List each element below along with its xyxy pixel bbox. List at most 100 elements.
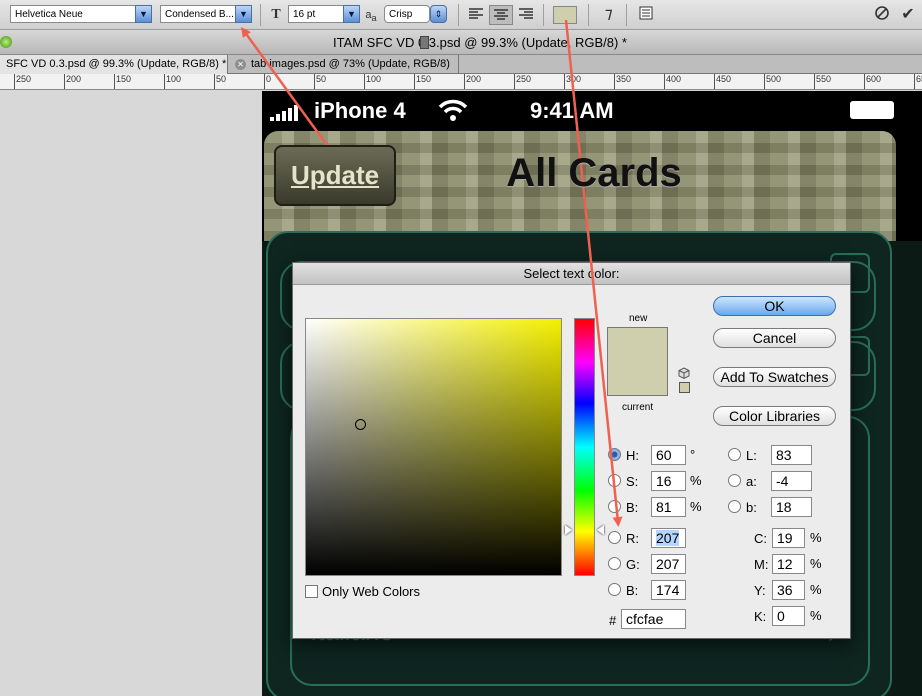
font-size-icon: T bbox=[271, 7, 281, 22]
ruler-tick-label: 100 bbox=[364, 74, 381, 89]
hue-slider-left-arrow-icon[interactable] bbox=[565, 525, 572, 535]
commit-checkmark-icon[interactable]: ✔ bbox=[898, 5, 918, 25]
g-radio[interactable] bbox=[608, 557, 621, 570]
current-color-swatch[interactable] bbox=[607, 361, 668, 396]
m-field[interactable]: 12 bbox=[772, 554, 805, 574]
y-label: Y: bbox=[754, 583, 766, 598]
time-label: 9:41 AM bbox=[530, 98, 614, 123]
font-style-field[interactable]: Condensed B... bbox=[160, 5, 236, 23]
add-to-swatches-button[interactable]: Add To Swatches bbox=[713, 367, 836, 387]
h-radio[interactable] bbox=[608, 448, 621, 461]
ok-button[interactable]: OK bbox=[713, 296, 836, 316]
anti-alias-icon: aa bbox=[365, 9, 377, 24]
out-of-gamut-cube-icon[interactable] bbox=[678, 367, 690, 380]
g-label: G: bbox=[626, 557, 640, 572]
g-field[interactable]: 207 bbox=[651, 554, 686, 574]
ruler-tick-label: 200 bbox=[464, 74, 481, 89]
close-tab-icon[interactable]: ✕ bbox=[235, 59, 246, 70]
ruler-tick-label: 650 bbox=[914, 74, 922, 89]
a-radio[interactable] bbox=[728, 474, 741, 487]
h-field[interactable]: 60 bbox=[651, 445, 686, 465]
s-radio[interactable] bbox=[608, 474, 621, 487]
l-label: L: bbox=[746, 448, 757, 463]
font-family-dropdown-icon[interactable]: ▼ bbox=[135, 5, 152, 23]
font-style-dropdown-icon[interactable]: ▼ bbox=[235, 5, 252, 23]
y-field[interactable]: 36 bbox=[772, 580, 805, 600]
ruler-tick-label: 250 bbox=[514, 74, 531, 89]
only-web-colors-checkbox[interactable] bbox=[305, 585, 318, 598]
hex-label: # bbox=[609, 613, 617, 628]
m-unit: % bbox=[810, 556, 822, 571]
zoom-window-icon[interactable] bbox=[0, 36, 12, 48]
ruler-tick-label: 300 bbox=[564, 74, 581, 89]
ruler-tick-label: 400 bbox=[664, 74, 681, 89]
color-picker-cursor-icon[interactable] bbox=[355, 419, 366, 430]
align-right-icon[interactable] bbox=[516, 5, 536, 25]
b-unit: % bbox=[690, 499, 702, 514]
cancel-button[interactable]: Cancel bbox=[713, 328, 836, 348]
r-radio[interactable] bbox=[608, 531, 621, 544]
s-field[interactable]: 16 bbox=[651, 471, 686, 491]
ruler-tick-label: 50 bbox=[314, 74, 326, 89]
hue-slider[interactable] bbox=[574, 318, 595, 576]
b-radio[interactable] bbox=[608, 500, 621, 513]
lab-b-label: b: bbox=[746, 500, 757, 515]
rgb-b-label: B: bbox=[626, 583, 639, 598]
s-unit: % bbox=[690, 473, 702, 488]
lab-b-radio[interactable] bbox=[728, 500, 741, 513]
divider bbox=[543, 4, 544, 26]
font-size-field[interactable]: 16 pt bbox=[288, 5, 345, 23]
update-button[interactable]: Update bbox=[274, 145, 396, 206]
font-size-dropdown-icon[interactable]: ▼ bbox=[343, 5, 360, 23]
divider bbox=[588, 4, 589, 26]
h-label: H: bbox=[626, 448, 639, 463]
align-left-icon[interactable] bbox=[466, 5, 486, 25]
r-label: R: bbox=[626, 531, 639, 546]
saturation-brightness-field[interactable] bbox=[305, 318, 562, 576]
m-label: M: bbox=[754, 557, 769, 572]
rgb-b-field[interactable]: 174 bbox=[651, 580, 686, 600]
battery-icon bbox=[850, 101, 894, 119]
anti-alias-dropdown-icon[interactable]: ⇕ bbox=[430, 5, 447, 23]
a-field[interactable]: -4 bbox=[771, 471, 812, 491]
k-label: K: bbox=[754, 609, 767, 624]
ruler-tick-label: 250 bbox=[14, 74, 31, 89]
color-libraries-button[interactable]: Color Libraries bbox=[713, 406, 836, 426]
ruler-tick-label: 500 bbox=[764, 74, 781, 89]
tab-sfc-vd[interactable]: SFC VD 0.3.psd @ 99.3% (Update, RGB/8) * bbox=[0, 55, 228, 74]
hue-slider-right-arrow-icon[interactable] bbox=[597, 525, 604, 535]
document-title-bar: ITAM SFC VD 0.3.psd @ 99.3% (Update, RGB… bbox=[0, 31, 922, 55]
character-panel-icon[interactable] bbox=[636, 5, 656, 25]
tab-tab-images[interactable]: ✕ tab images.psd @ 73% (Update, RGB/8) bbox=[229, 55, 459, 74]
text-color-swatch[interactable] bbox=[553, 6, 577, 24]
lab-b-field[interactable]: 18 bbox=[771, 497, 812, 517]
l-field[interactable]: 83 bbox=[771, 445, 812, 465]
c-label: C: bbox=[754, 531, 767, 546]
align-center-icon[interactable] bbox=[489, 5, 513, 25]
anti-alias-select[interactable]: Crisp bbox=[384, 5, 430, 23]
l-radio[interactable] bbox=[728, 448, 741, 461]
divider bbox=[626, 4, 627, 26]
hex-field[interactable]: cfcfae bbox=[621, 609, 686, 629]
c-field[interactable]: 19 bbox=[772, 528, 805, 548]
tab-label: tab images.psd @ 73% (Update, RGB/8) bbox=[251, 58, 450, 70]
cancel-icon[interactable] bbox=[872, 5, 892, 25]
ruler-tick-label: 450 bbox=[714, 74, 731, 89]
k-field[interactable]: 0 bbox=[772, 606, 805, 626]
font-family-field[interactable]: Helvetica Neue bbox=[10, 5, 136, 23]
b-field[interactable]: 81 bbox=[651, 497, 686, 517]
ruler-tick-label: 0 bbox=[264, 74, 271, 89]
ruler-tick-label: 100 bbox=[164, 74, 181, 89]
warp-text-icon[interactable]: Ꞁ bbox=[596, 5, 618, 25]
websafe-color-swatch[interactable] bbox=[679, 382, 690, 393]
r-field[interactable]: 207 bbox=[651, 528, 686, 548]
a-label: a: bbox=[746, 474, 757, 489]
divider bbox=[458, 4, 459, 26]
tab-label: SFC VD 0.3.psd @ 99.3% (Update, RGB/8) * bbox=[6, 58, 227, 70]
rgb-b-radio[interactable] bbox=[608, 583, 621, 596]
ruler-tick-label: 50 bbox=[214, 74, 226, 89]
c-unit: % bbox=[810, 530, 822, 545]
only-web-colors-label: Only Web Colors bbox=[322, 584, 421, 599]
horizontal-ruler: 250 200 150 100 50 0 50 100 150 200 250 300 350 400 45… bbox=[0, 74, 922, 90]
ruler-tick-label: 150 bbox=[114, 74, 131, 89]
